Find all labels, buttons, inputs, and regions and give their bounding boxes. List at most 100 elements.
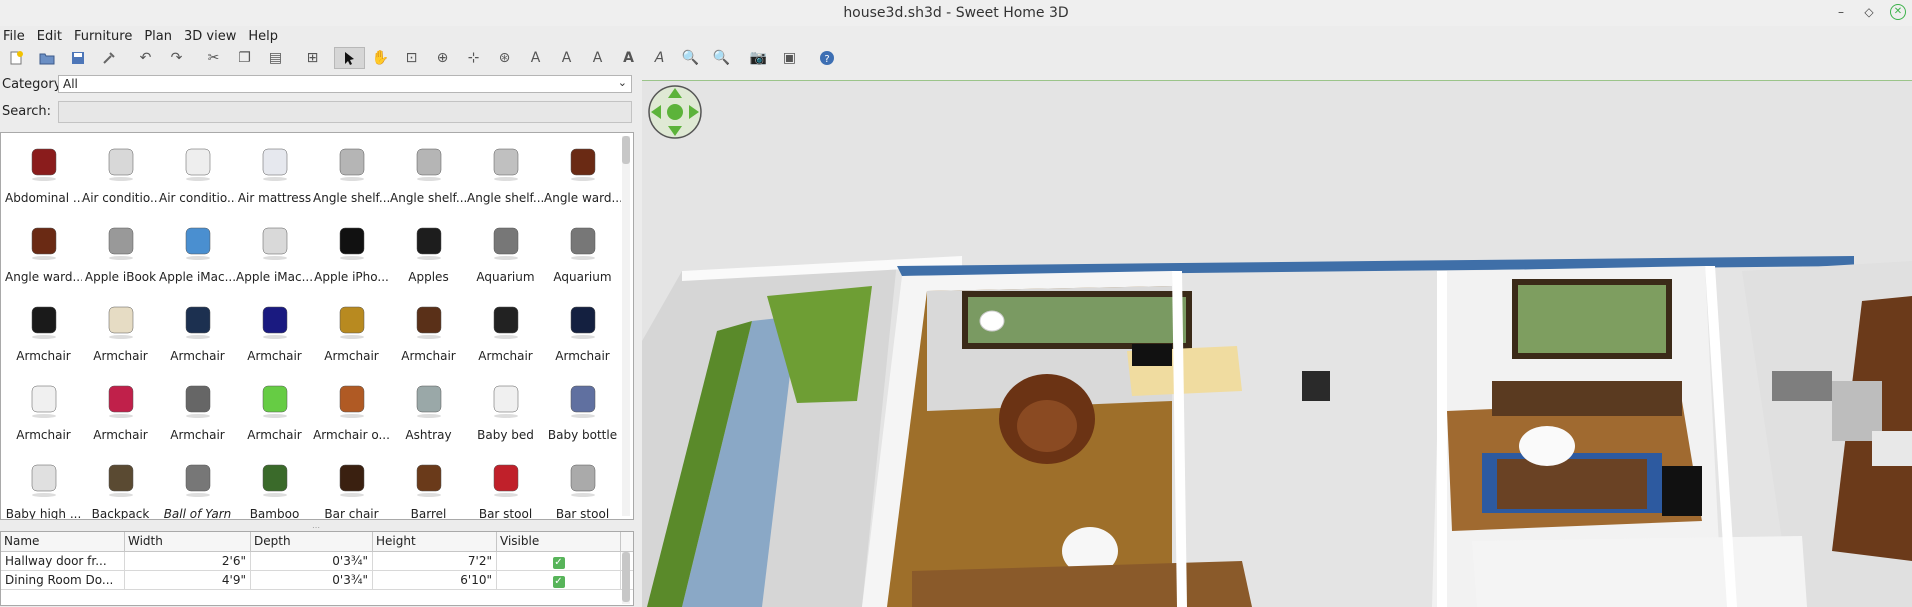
create-rooms-icon[interactable]: ⊕ <box>427 47 458 69</box>
catalog-item[interactable]: Bar chair <box>313 455 390 520</box>
catalog-item-label: Bar chair <box>324 507 379 520</box>
add-furniture-icon[interactable]: ⊞ <box>297 47 328 69</box>
catalog-item[interactable]: Angle shelf... <box>467 139 544 218</box>
bench-icon <box>20 139 68 187</box>
catalog-item[interactable]: Armchair <box>5 376 82 455</box>
table-row[interactable]: Dining Room Do... 4'9" 0'3¾" 6'10" ✓ <box>1 571 633 590</box>
catalog-item[interactable]: Ball of Yarn <box>159 455 236 519</box>
copy-icon[interactable]: ❐ <box>229 47 260 69</box>
video-icon[interactable]: ▣ <box>774 47 805 69</box>
catalog-item[interactable]: Armchair <box>159 376 236 455</box>
catalog-item[interactable]: Apple iPho... <box>313 218 390 297</box>
menu-3d-view[interactable]: 3D view <box>176 29 240 44</box>
photo-icon[interactable]: 📷 <box>743 47 774 69</box>
3d-navigation-arrows[interactable] <box>648 84 702 143</box>
create-polylines-icon[interactable]: ⊹ <box>458 47 489 69</box>
catalog-item[interactable]: Bamboo <box>236 455 313 519</box>
text-style-3-icon[interactable]: A <box>613 47 644 69</box>
catalog-item[interactable]: Aquarium <box>544 218 621 297</box>
catalog-item[interactable]: Armchair <box>5 297 82 376</box>
catalog-item[interactable]: Backpack <box>82 455 159 519</box>
redo-icon[interactable]: ↷ <box>161 47 192 69</box>
visible-checkbox[interactable]: ✓ <box>552 576 565 588</box>
ac-indoor-icon <box>174 139 222 187</box>
catalog-item[interactable]: Armchair <box>82 376 159 455</box>
catalog-item[interactable]: Angle shelf... <box>313 139 390 218</box>
new-home-icon[interactable] <box>0 47 31 69</box>
catalog-item[interactable]: Apple iMac... <box>236 218 313 297</box>
3d-view[interactable] <box>642 80 1912 607</box>
save-icon[interactable] <box>62 47 93 69</box>
catalog-item[interactable]: Armchair <box>467 297 544 376</box>
add-text-icon[interactable]: A <box>520 47 551 69</box>
catalog-item[interactable]: Baby bottle <box>544 376 621 455</box>
catalog-item[interactable]: Air conditio... <box>159 139 236 218</box>
text-style-1-icon[interactable]: A <box>551 47 582 69</box>
close-icon[interactable]: ✕ <box>1890 4 1906 20</box>
catalog-item[interactable]: Angle shelf... <box>390 139 467 218</box>
catalog-item[interactable]: Abdominal ... <box>5 139 82 218</box>
catalog-item[interactable]: Barrel <box>390 455 467 520</box>
scrollbar-thumb[interactable] <box>622 136 630 164</box>
pane-splitter[interactable]: ⋯ <box>0 522 636 532</box>
table-scrollbar[interactable] <box>622 552 630 604</box>
select-icon[interactable] <box>334 47 365 69</box>
catalog-item[interactable]: Baby bed <box>467 376 544 455</box>
visible-checkbox[interactable]: ✓ <box>552 557 565 569</box>
scrollbar-thumb[interactable] <box>622 552 630 602</box>
column-visible[interactable]: Visible <box>497 532 621 551</box>
open-icon[interactable] <box>31 47 62 69</box>
maximize-icon[interactable]: ◇ <box>1862 5 1876 19</box>
catalog-item[interactable]: Apple iMac... <box>159 218 236 297</box>
catalog-item[interactable]: Armchair o... <box>313 376 390 455</box>
menu-help[interactable]: Help <box>240 29 282 44</box>
minimize-icon[interactable]: – <box>1834 5 1848 19</box>
menu-plan[interactable]: Plan <box>136 29 176 44</box>
catalog-item[interactable]: Armchair <box>82 297 159 376</box>
column-depth[interactable]: Depth <box>251 532 373 551</box>
search-input[interactable] <box>58 101 632 123</box>
catalog-scrollbar[interactable] <box>622 136 630 516</box>
preferences-icon[interactable] <box>93 47 124 69</box>
column-width[interactable]: Width <box>125 532 251 551</box>
catalog-item[interactable]: Armchair <box>313 297 390 376</box>
text-style-4-icon[interactable]: A <box>644 47 675 69</box>
catalog-item[interactable]: Baby high ... <box>5 455 82 519</box>
help-icon[interactable]: ? <box>811 47 842 69</box>
catalog-item[interactable]: Angle ward... <box>5 218 82 297</box>
3d-house-render[interactable] <box>642 81 1912 607</box>
menu-file[interactable]: File <box>0 29 29 44</box>
catalog-item[interactable]: Angle ward... <box>544 139 621 218</box>
table-row[interactable]: Hallway door fr... 2'6" 0'3¾" 7'2" ✓ <box>1 552 633 571</box>
catalog-item[interactable]: Apple iBook <box>82 218 159 297</box>
catalog-item[interactable]: Bar stool <box>544 455 621 519</box>
catalog-item[interactable]: Ashtray <box>390 376 467 455</box>
create-walls-icon[interactable]: ⊡ <box>396 47 427 69</box>
column-name[interactable]: Name <box>1 532 125 551</box>
catalog-item[interactable]: Armchair <box>544 297 621 376</box>
zoom-in-icon[interactable]: 🔍 <box>675 47 706 69</box>
catalog-item[interactable]: Aquarium <box>467 218 544 297</box>
column-height[interactable]: Height <box>373 532 497 551</box>
text-style-2-icon[interactable]: A <box>582 47 613 69</box>
pan-icon[interactable]: ✋ <box>365 47 396 69</box>
zoom-out-icon[interactable]: 🔍 <box>706 47 737 69</box>
catalog-item[interactable]: Air conditio... <box>82 139 159 218</box>
undo-icon[interactable]: ↶ <box>130 47 161 69</box>
catalog-item[interactable]: Armchair <box>236 297 313 376</box>
catalog-item[interactable]: Air mattress <box>236 139 313 218</box>
menu-furniture[interactable]: Furniture <box>66 29 136 44</box>
paste-icon[interactable]: ▤ <box>260 47 291 69</box>
catalog-item[interactable]: Bar stool <box>467 455 544 519</box>
catalog-item-label: Barrel <box>410 507 447 520</box>
cut-icon[interactable]: ✂ <box>198 47 229 69</box>
catalog-item[interactable]: Armchair <box>236 376 313 455</box>
create-dimensions-icon[interactable]: ⊛ <box>489 47 520 69</box>
catalog-item[interactable]: Apples <box>390 218 467 297</box>
catalog-item[interactable]: Armchair <box>390 297 467 376</box>
catalog-item[interactable]: Armchair <box>159 297 236 376</box>
category-value: All <box>63 77 78 91</box>
category-select[interactable]: All ⌄ <box>58 75 632 93</box>
catalog-item-label: Angle shelf... <box>467 191 544 205</box>
menu-edit[interactable]: Edit <box>29 29 66 44</box>
